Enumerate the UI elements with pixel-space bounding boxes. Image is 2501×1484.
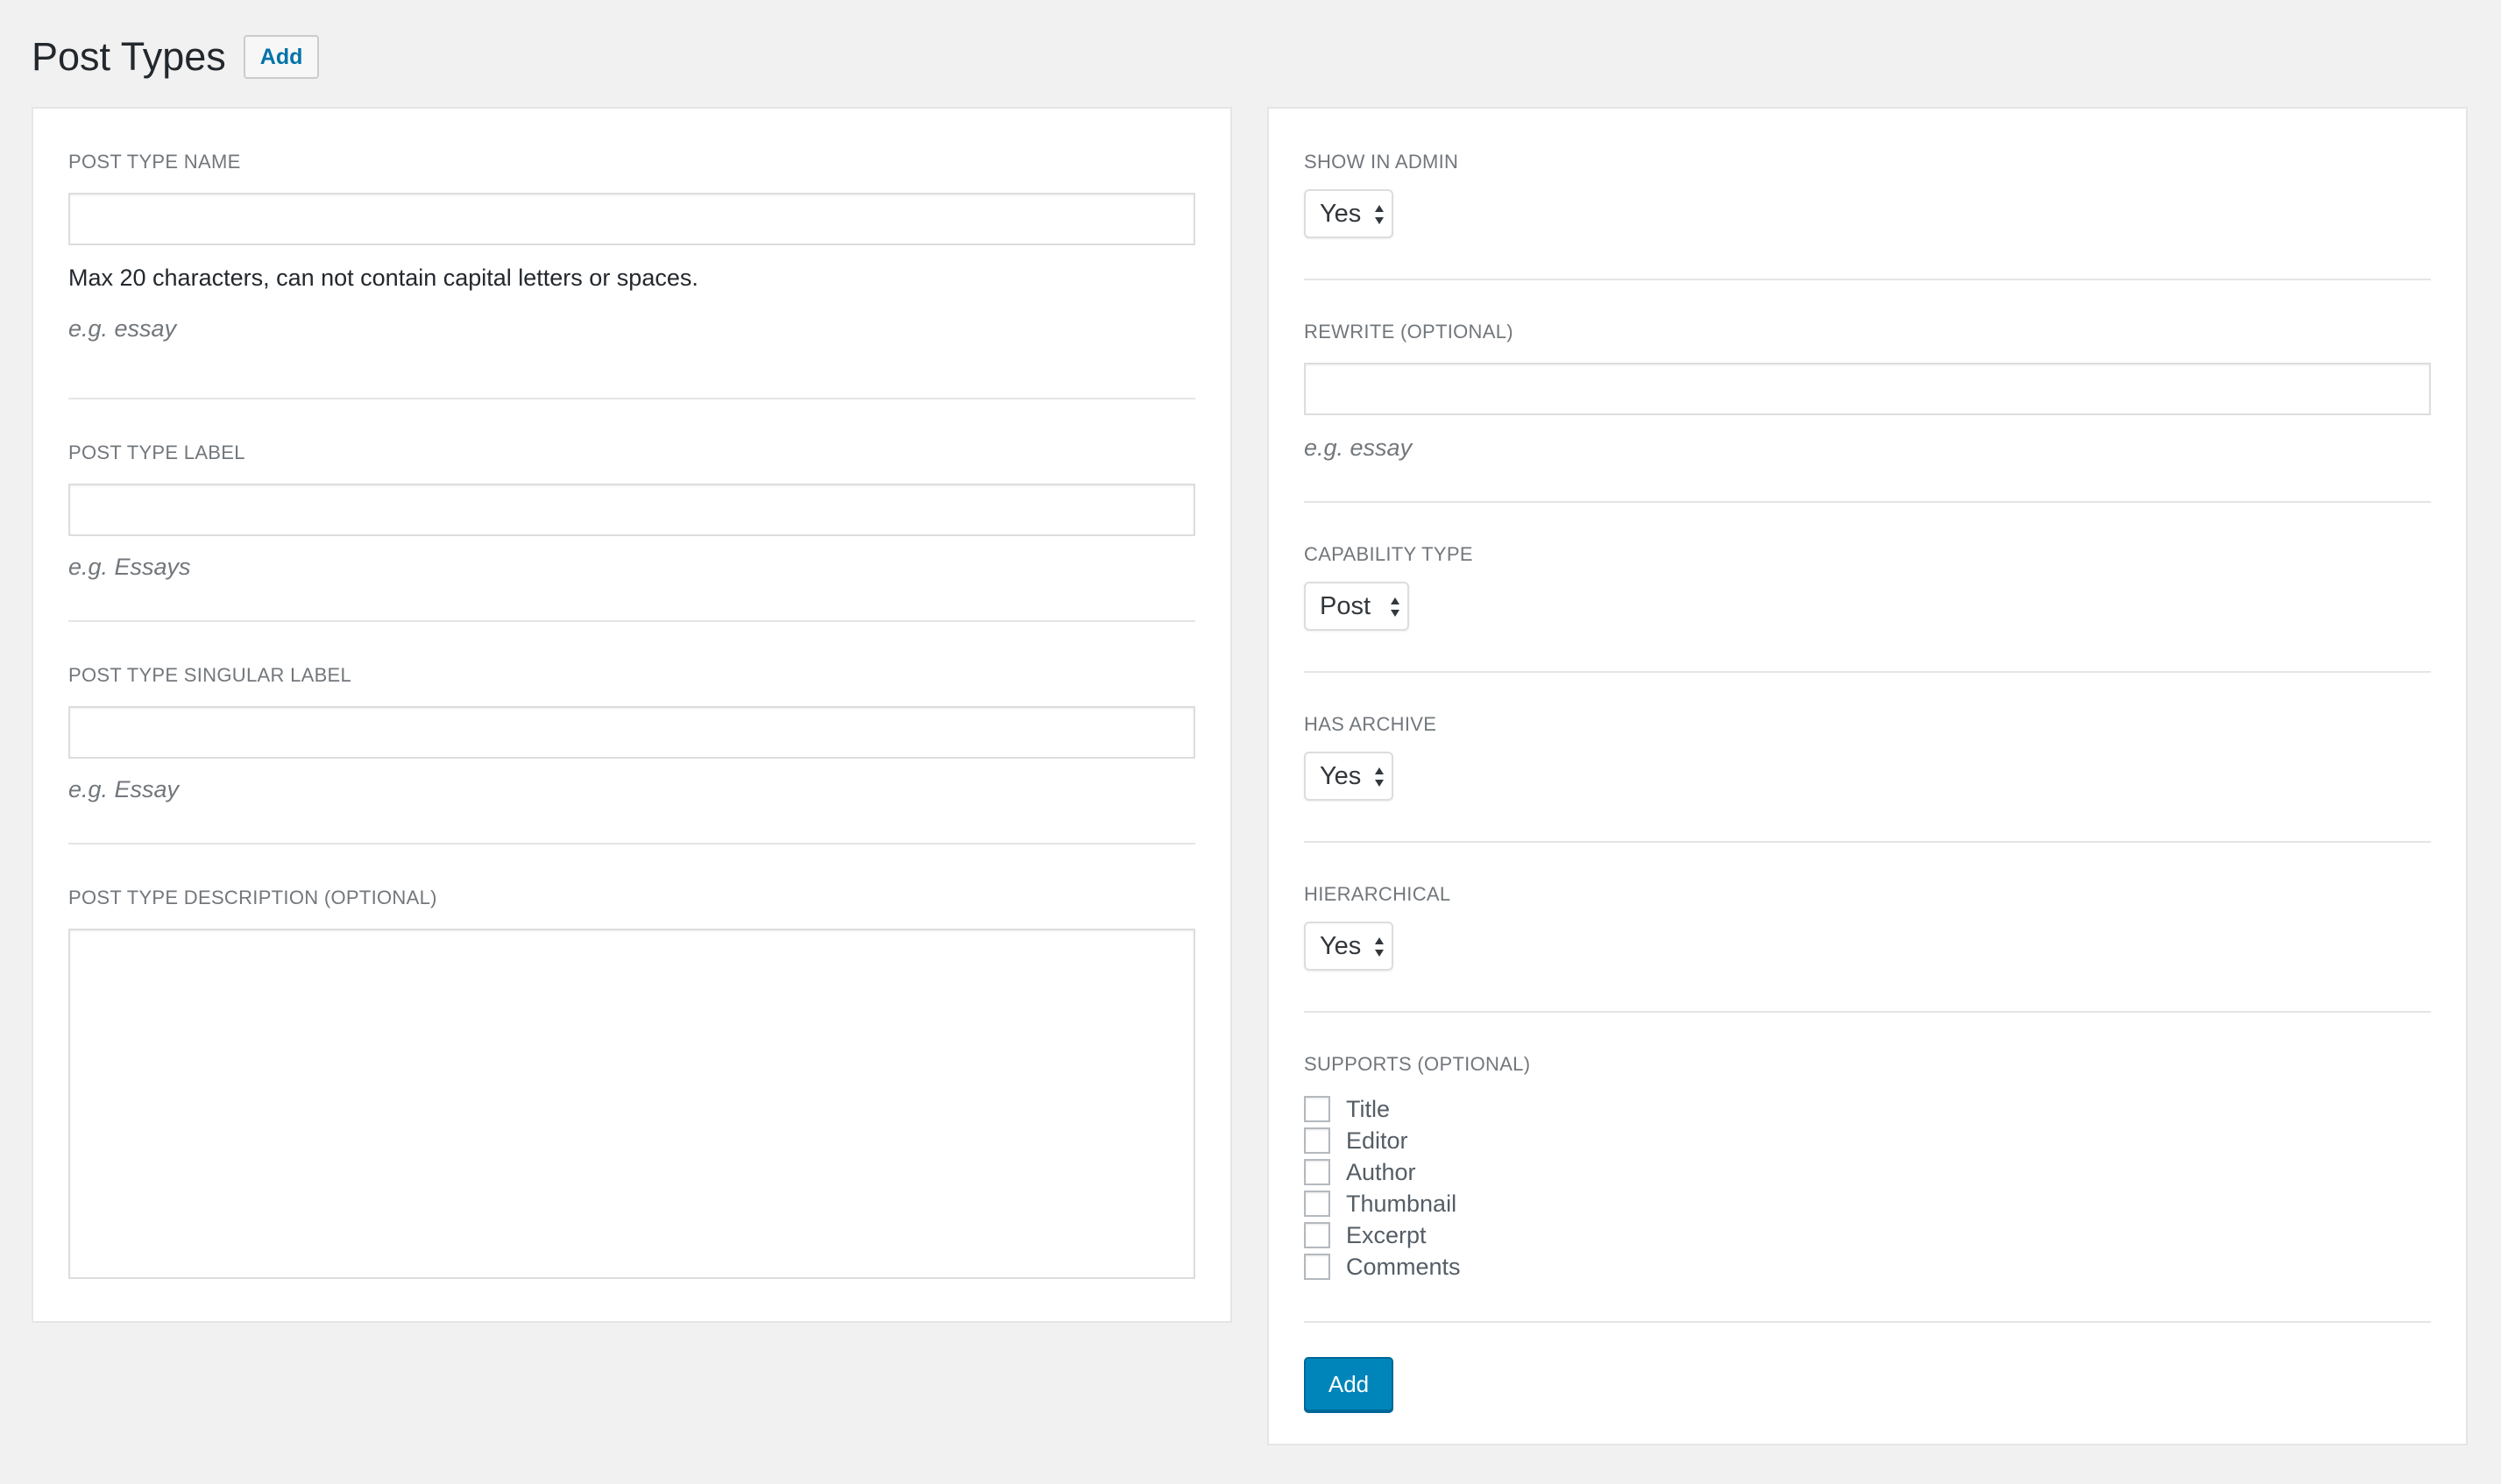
divider (1304, 501, 2431, 503)
capability-type-field: CAPABILITY TYPE Post (1304, 543, 2431, 631)
select-arrows-icon (1375, 205, 1384, 224)
post-type-description-textarea[interactable] (68, 929, 1195, 1279)
select-arrows-icon (1375, 767, 1384, 787)
supports-comments-label[interactable]: Comments (1346, 1254, 1461, 1281)
supports-thumbnail-checkbox[interactable] (1304, 1191, 1330, 1217)
page-title: Post Types (32, 34, 226, 79)
supports-excerpt-checkbox[interactable] (1304, 1222, 1330, 1248)
hierarchical-value: Yes (1320, 931, 1362, 960)
post-type-name-input[interactable] (68, 193, 1195, 245)
supports-comments-checkbox[interactable] (1304, 1254, 1330, 1280)
page-header: Post Types Add (32, 32, 320, 82)
add-new-button[interactable]: Add (243, 35, 320, 79)
divider (1304, 1011, 2431, 1013)
divider (68, 620, 1195, 622)
supports-excerpt-label[interactable]: Excerpt (1346, 1222, 1427, 1249)
divider (68, 843, 1195, 844)
show-in-admin-label: SHOW IN ADMIN (1304, 151, 1459, 173)
post-type-label-input[interactable] (68, 484, 1195, 536)
hierarchical-select[interactable]: Yes (1304, 922, 1393, 971)
rewrite-input[interactable] (1304, 363, 2431, 415)
post-type-description-field: POST TYPE DESCRIPTION (OPTIONAL) (68, 887, 1195, 1279)
post-type-label-example: e.g. Essays (68, 554, 191, 580)
show-in-admin-select[interactable]: Yes (1304, 189, 1393, 238)
has-archive-value: Yes (1320, 761, 1362, 790)
has-archive-select[interactable]: Yes (1304, 752, 1393, 801)
supports-option-excerpt[interactable]: Excerpt (1304, 1221, 1427, 1249)
divider (1304, 279, 2431, 280)
divider (1304, 841, 2431, 843)
hierarchical-field: HIERARCHICAL Yes (1304, 883, 2431, 971)
add-post-type-submit-button[interactable]: Add (1304, 1357, 1393, 1411)
has-archive-label: HAS ARCHIVE (1304, 713, 1437, 735)
supports-option-editor[interactable]: Editor (1304, 1127, 1408, 1155)
post-type-name-example: e.g. essay (68, 315, 177, 342)
post-type-singular-label-input[interactable] (68, 706, 1195, 759)
has-archive-field: HAS ARCHIVE Yes (1304, 713, 2431, 801)
supports-title-checkbox[interactable] (1304, 1096, 1330, 1122)
show-in-admin-field: SHOW IN ADMIN Yes (1304, 151, 2431, 238)
select-arrows-icon (1375, 937, 1384, 957)
post-type-label-label: POST TYPE LABEL (68, 442, 245, 463)
capability-type-value: Post (1320, 591, 1371, 620)
supports-option-author[interactable]: Author (1304, 1158, 1416, 1186)
capability-type-select[interactable]: Post (1304, 582, 1409, 631)
supports-thumbnail-label[interactable]: Thumbnail (1346, 1191, 1456, 1218)
supports-option-comments[interactable]: Comments (1304, 1253, 1461, 1281)
supports-editor-label[interactable]: Editor (1346, 1127, 1408, 1155)
divider (1304, 671, 2431, 673)
rewrite-example: e.g. essay (1304, 435, 1413, 461)
post-type-name-label: POST TYPE NAME (68, 151, 241, 173)
supports-author-label[interactable]: Author (1346, 1159, 1416, 1186)
post-type-label-field: POST TYPE LABEL e.g. Essays (68, 442, 1195, 580)
select-arrows-icon (1391, 597, 1399, 617)
supports-author-checkbox[interactable] (1304, 1159, 1330, 1185)
post-type-description-label: POST TYPE DESCRIPTION (OPTIONAL) (68, 887, 437, 908)
post-type-name-field: POST TYPE NAME Max 20 characters, can no… (68, 151, 1195, 342)
post-type-singular-label-field: POST TYPE SINGULAR LABEL e.g. Essay (68, 664, 1195, 802)
post-type-name-help: Max 20 characters, can not contain capit… (68, 265, 698, 291)
supports-field: SUPPORTS (OPTIONAL) Title Editor Author … (1304, 1053, 2431, 1280)
rewrite-field: REWRITE (OPTIONAL) e.g. essay (1304, 321, 2431, 461)
supports-option-title[interactable]: Title (1304, 1095, 1390, 1123)
supports-editor-checkbox[interactable] (1304, 1127, 1330, 1154)
post-type-singular-label-example: e.g. Essay (68, 776, 180, 802)
divider (68, 398, 1195, 399)
show-in-admin-value: Yes (1320, 199, 1362, 228)
supports-title-label[interactable]: Title (1346, 1096, 1390, 1123)
rewrite-label: REWRITE (OPTIONAL) (1304, 321, 1513, 343)
post-type-settings-panel: SHOW IN ADMIN Yes REWRITE (OPTIONAL) e.g… (1267, 107, 2468, 1445)
post-type-singular-label-label: POST TYPE SINGULAR LABEL (68, 664, 352, 686)
hierarchical-label: HIERARCHICAL (1304, 883, 1451, 905)
capability-type-label: CAPABILITY TYPE (1304, 543, 1473, 565)
post-type-basic-panel: POST TYPE NAME Max 20 characters, can no… (32, 107, 1232, 1323)
supports-label: SUPPORTS (OPTIONAL) (1304, 1053, 1531, 1075)
divider (1304, 1321, 2431, 1323)
supports-option-thumbnail[interactable]: Thumbnail (1304, 1190, 1456, 1218)
